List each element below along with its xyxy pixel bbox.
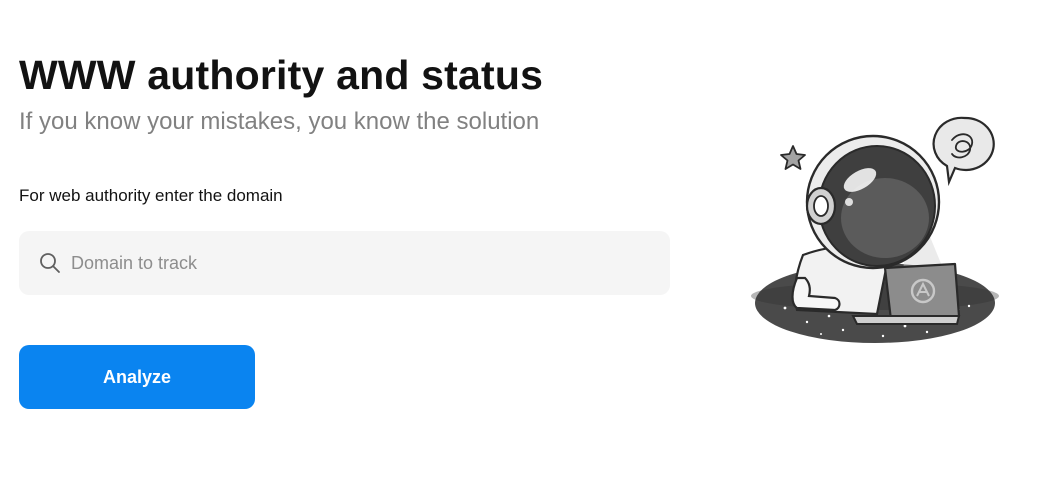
astronaut-illustration (751, 116, 999, 343)
domain-input[interactable] (71, 231, 651, 295)
search-field[interactable] (19, 231, 670, 295)
domain-field-label: For web authority enter the domain (19, 186, 283, 205)
page-subtitle: If you know your mistakes, you know the … (19, 108, 540, 135)
star-icon (780, 145, 806, 170)
analyze-button[interactable]: Analyze (19, 345, 255, 409)
speech-bubble-icon (932, 116, 995, 187)
page-title: WWW authority and status (19, 52, 544, 98)
search-icon (39, 252, 61, 274)
helmet (805, 134, 941, 270)
